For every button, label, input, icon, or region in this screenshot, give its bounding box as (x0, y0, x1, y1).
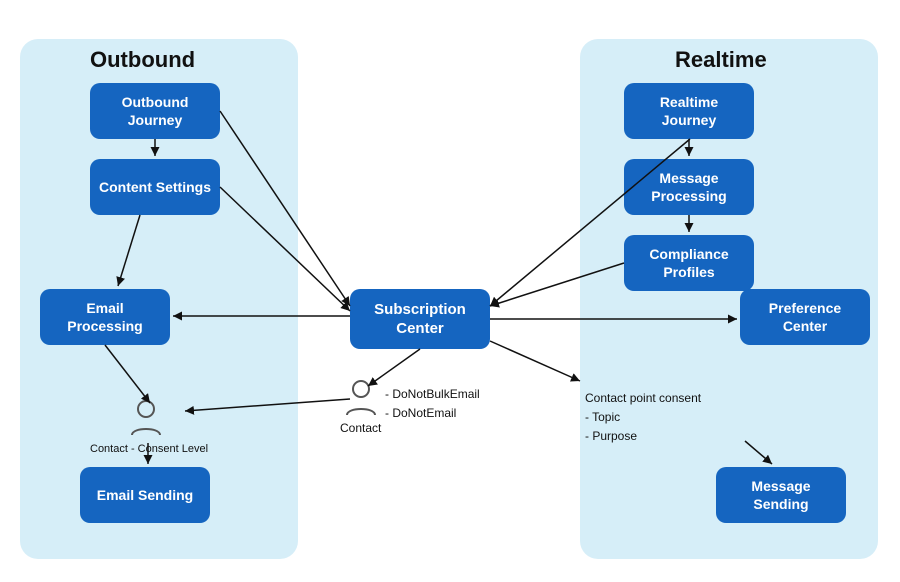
compliance-profiles-box: Compliance Profiles (624, 235, 754, 291)
preference-center-box: Preference Center (740, 289, 870, 345)
outbound-journey-box: Outbound Journey (90, 83, 220, 139)
realtime-label: Realtime (675, 47, 767, 73)
contact-center-icon: Contact (340, 379, 381, 435)
contact-center-fields: - DoNotBulkEmail - DoNotEmail (385, 385, 480, 423)
contact-left-icon (128, 399, 164, 439)
realtime-journey-box: Realtime Journey (624, 83, 754, 139)
outbound-label: Outbound (90, 47, 195, 73)
subscription-center-box: Subscription Center (350, 289, 490, 349)
message-processing-box: Message Processing (624, 159, 754, 215)
contact-center-name: Contact (340, 421, 381, 435)
email-processing-box: Email Processing (40, 289, 170, 345)
diagram-container: Outbound Realtime Outbound Journey Conte… (10, 11, 890, 571)
content-settings-box: Content Settings (90, 159, 220, 215)
contact-left-label: Contact - Consent Level (90, 443, 208, 455)
contact-right-fields: Contact point consent - Topic - Purpose (585, 389, 701, 447)
message-sending-box: Message Sending (716, 467, 846, 523)
email-sending-box: Email Sending (80, 467, 210, 523)
